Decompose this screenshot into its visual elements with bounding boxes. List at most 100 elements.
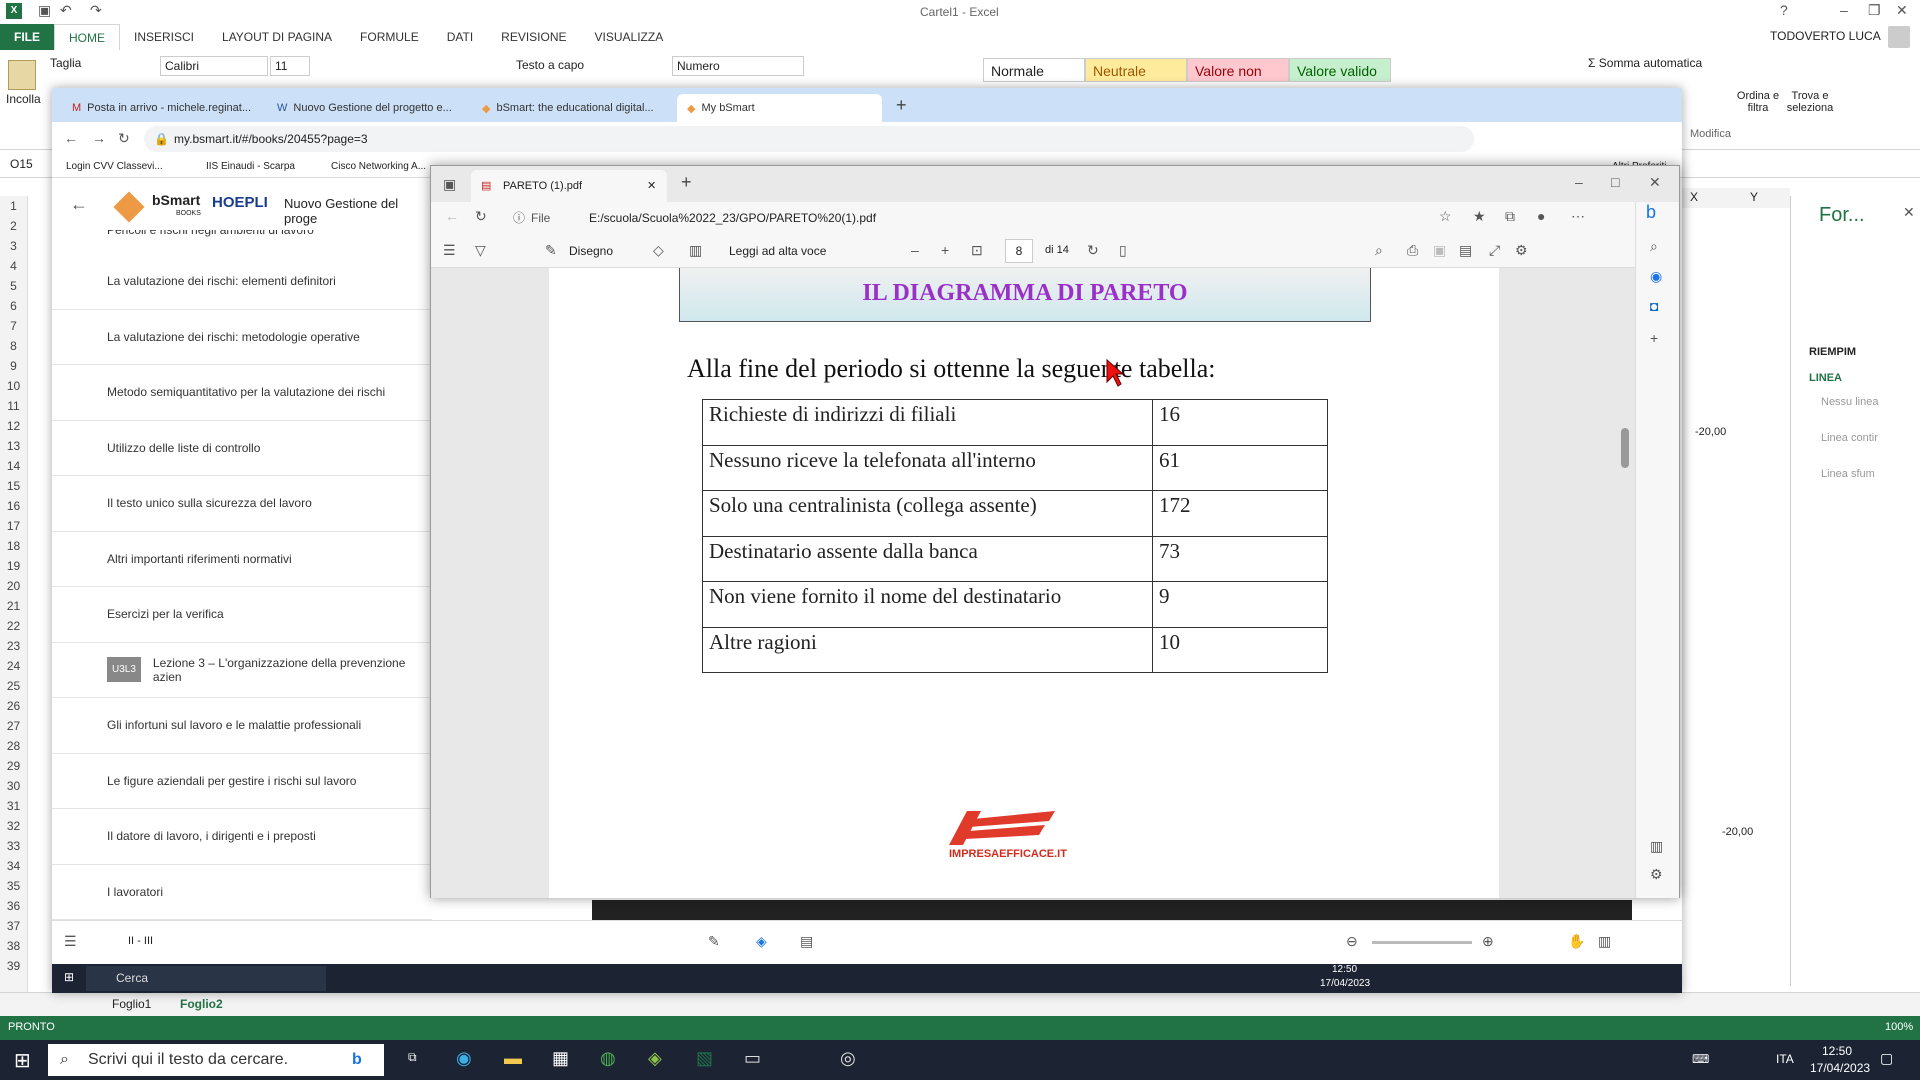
save-as-icon[interactable]: ▤ — [1459, 242, 1472, 259]
number-format-select[interactable]: Numero — [672, 56, 804, 76]
zoom-slider[interactable] — [1372, 941, 1472, 944]
list-item[interactable]: Metodo semiquantitativo per la valutazio… — [52, 365, 432, 421]
row-number[interactable]: 35 — [0, 876, 27, 896]
row-number[interactable]: 15 — [0, 476, 27, 496]
address-bar[interactable]: 🔒 my.bsmart.it/#/books/20455?page=3 — [144, 126, 1474, 152]
back-icon[interactable]: ← — [64, 130, 78, 146]
style-good[interactable]: Valore valido — [1289, 58, 1391, 82]
back-icon[interactable]: ← — [445, 208, 459, 224]
row-number[interactable]: 33 — [0, 836, 27, 856]
tab-page-layout[interactable]: LAYOUT DI PAGINA — [208, 24, 346, 50]
row-number[interactable]: 32 — [0, 816, 27, 836]
row-number[interactable]: 3 — [0, 236, 27, 256]
list-item[interactable]: La valutazione dei rischi: metodologie o… — [52, 310, 432, 365]
settings-icon[interactable]: ⚙ — [1650, 866, 1663, 883]
redo-icon[interactable]: ↷ — [90, 2, 102, 19]
minimize-icon[interactable]: – — [1840, 2, 1848, 18]
sheet-tab-foglio2[interactable]: Foglio2 — [180, 997, 223, 1011]
chrome-icon[interactable]: ◍ — [600, 1048, 616, 1069]
more-icon[interactable]: ⋯ — [1571, 208, 1585, 225]
list-item[interactable]: Utilizzo delle liste di controllo — [52, 421, 432, 476]
name-box[interactable]: O15 — [10, 157, 33, 171]
wrap-text-button[interactable]: Testo a capo — [516, 58, 584, 72]
row-number[interactable]: 4 — [0, 256, 27, 276]
style-bad[interactable]: Valore non v... — [1187, 58, 1289, 103]
sort-filter-button[interactable]: Ordina e filtra — [1733, 90, 1783, 114]
fit-page-icon[interactable]: ⊡ — [971, 242, 983, 259]
book-icon[interactable]: ▥ — [1598, 933, 1611, 950]
style-neutral[interactable]: Neutrale — [1085, 58, 1187, 82]
list-item[interactable]: Il testo unico sulla sicurezza del lavor… — [52, 476, 432, 532]
row-number[interactable]: 9 — [0, 356, 27, 376]
windows-icon[interactable]: ⊞ — [64, 970, 74, 984]
reload-icon[interactable]: ↻ — [475, 208, 487, 225]
zoom-out-icon[interactable]: – — [911, 242, 919, 258]
row-number[interactable]: 36 — [0, 896, 27, 916]
row-number[interactable]: 11 — [0, 396, 27, 416]
row-number[interactable]: 8 — [0, 336, 27, 356]
menu-icon[interactable]: ☰ — [64, 933, 77, 950]
notifications-icon[interactable]: ▢ — [1880, 1050, 1893, 1067]
paste-button[interactable]: Incolla — [6, 92, 41, 106]
restore-icon[interactable]: ❐ — [1868, 2, 1881, 19]
hand-icon[interactable]: ✋ — [1568, 933, 1585, 950]
column-y[interactable]: Y — [1750, 190, 1758, 204]
row-number[interactable]: 37 — [0, 916, 27, 936]
list-item[interactable]: Altri importanti riferimenti normativi — [52, 532, 432, 587]
page-view-icon[interactable]: ▯ — [1119, 242, 1127, 259]
find-select-button[interactable]: Trova e seleziona — [1780, 90, 1840, 114]
line-section[interactable]: LINEA — [1809, 372, 1842, 384]
windows-start-icon[interactable]: ⊞ — [14, 1048, 31, 1073]
bookmark[interactable]: IIS Einaudi - Scarpa — [206, 161, 321, 172]
favorites-icon[interactable]: ★ — [1473, 208, 1486, 225]
back-arrow-icon[interactable]: ← — [70, 194, 88, 215]
chrome-tab[interactable]: ◆ bSmart: the educational digital... — [472, 94, 677, 122]
taskbar-search[interactable]: ⌕ Scrivi qui il testo da cercare. b — [48, 1044, 384, 1076]
line-option[interactable]: Linea contir — [1821, 432, 1911, 444]
row-number[interactable]: 30 — [0, 776, 27, 796]
chrome-tab[interactable]: M Posta in arrivo - michele.reginat... — [62, 94, 267, 122]
row-number[interactable]: 34 — [0, 856, 27, 876]
keyboard-icon[interactable]: ⌨ — [1692, 1052, 1709, 1066]
paste-icon[interactable] — [8, 60, 36, 90]
autosum-button[interactable]: Σ Somma automatica — [1588, 56, 1702, 70]
row-number[interactable]: 7 — [0, 316, 27, 336]
sheet-tab-foglio1[interactable]: Foglio1 — [112, 997, 151, 1011]
list-item[interactable]: Il datore di lavoro, i dirigenti e i pre… — [52, 809, 432, 865]
box-icon[interactable]: ▤ — [800, 933, 813, 950]
profile-icon[interactable]: ● — [1537, 208, 1545, 224]
row-number[interactable]: 21 — [0, 596, 27, 616]
print-icon[interactable]: ⎙ — [1407, 242, 1418, 259]
bing-icon[interactable]: b — [1646, 202, 1656, 223]
list-item[interactable]: Gli infortuni sul lavoro e le malattie p… — [52, 698, 432, 754]
tab-actions-icon[interactable]: ▣ — [443, 176, 456, 193]
row-number[interactable]: 14 — [0, 456, 27, 476]
row-number[interactable]: 10 — [0, 376, 27, 396]
clock-date[interactable]: 17/04/2023 — [1810, 1061, 1870, 1075]
row-number[interactable]: 1 — [0, 196, 27, 216]
info-icon[interactable]: ⓘ — [513, 209, 525, 226]
favorite-icon[interactable]: ☆ — [1439, 208, 1452, 225]
row-number[interactable]: 23 — [0, 636, 27, 656]
tab-home[interactable]: HOME — [54, 24, 120, 50]
help-icon[interactable]: ? — [1780, 2, 1788, 18]
row-number[interactable]: 12 — [0, 416, 27, 436]
undo-icon[interactable]: ↶ — [60, 2, 72, 19]
close-icon[interactable]: ✕ — [1903, 204, 1915, 221]
list-item[interactable]: Esercizi per la verifica — [52, 587, 432, 643]
minimize-icon[interactable]: – — [1575, 174, 1583, 190]
url-text[interactable]: E:/scuola/Scuola%2022_23/GPO/PARETO%20(1… — [589, 211, 876, 225]
tab-insert[interactable]: INSERISCI — [120, 24, 208, 50]
column-x[interactable]: X — [1690, 190, 1698, 204]
row-number[interactable]: 16 — [0, 496, 27, 516]
row-number[interactable]: 2 — [0, 216, 27, 236]
store-icon[interactable]: ▦ — [552, 1048, 569, 1069]
rotate-icon[interactable]: ↻ — [1087, 242, 1099, 259]
row-number[interactable]: 24 — [0, 656, 27, 676]
row-number[interactable]: 17 — [0, 516, 27, 536]
read-aloud-icon[interactable]: ▥ — [689, 242, 702, 259]
zoom-in-icon[interactable]: + — [941, 242, 949, 258]
tab-review[interactable]: REVISIONE — [487, 24, 580, 50]
list-item[interactable]: Le figure aziendali per gestire i rischi… — [52, 754, 432, 809]
zoom-out-icon[interactable]: ⊖ — [1346, 933, 1358, 950]
